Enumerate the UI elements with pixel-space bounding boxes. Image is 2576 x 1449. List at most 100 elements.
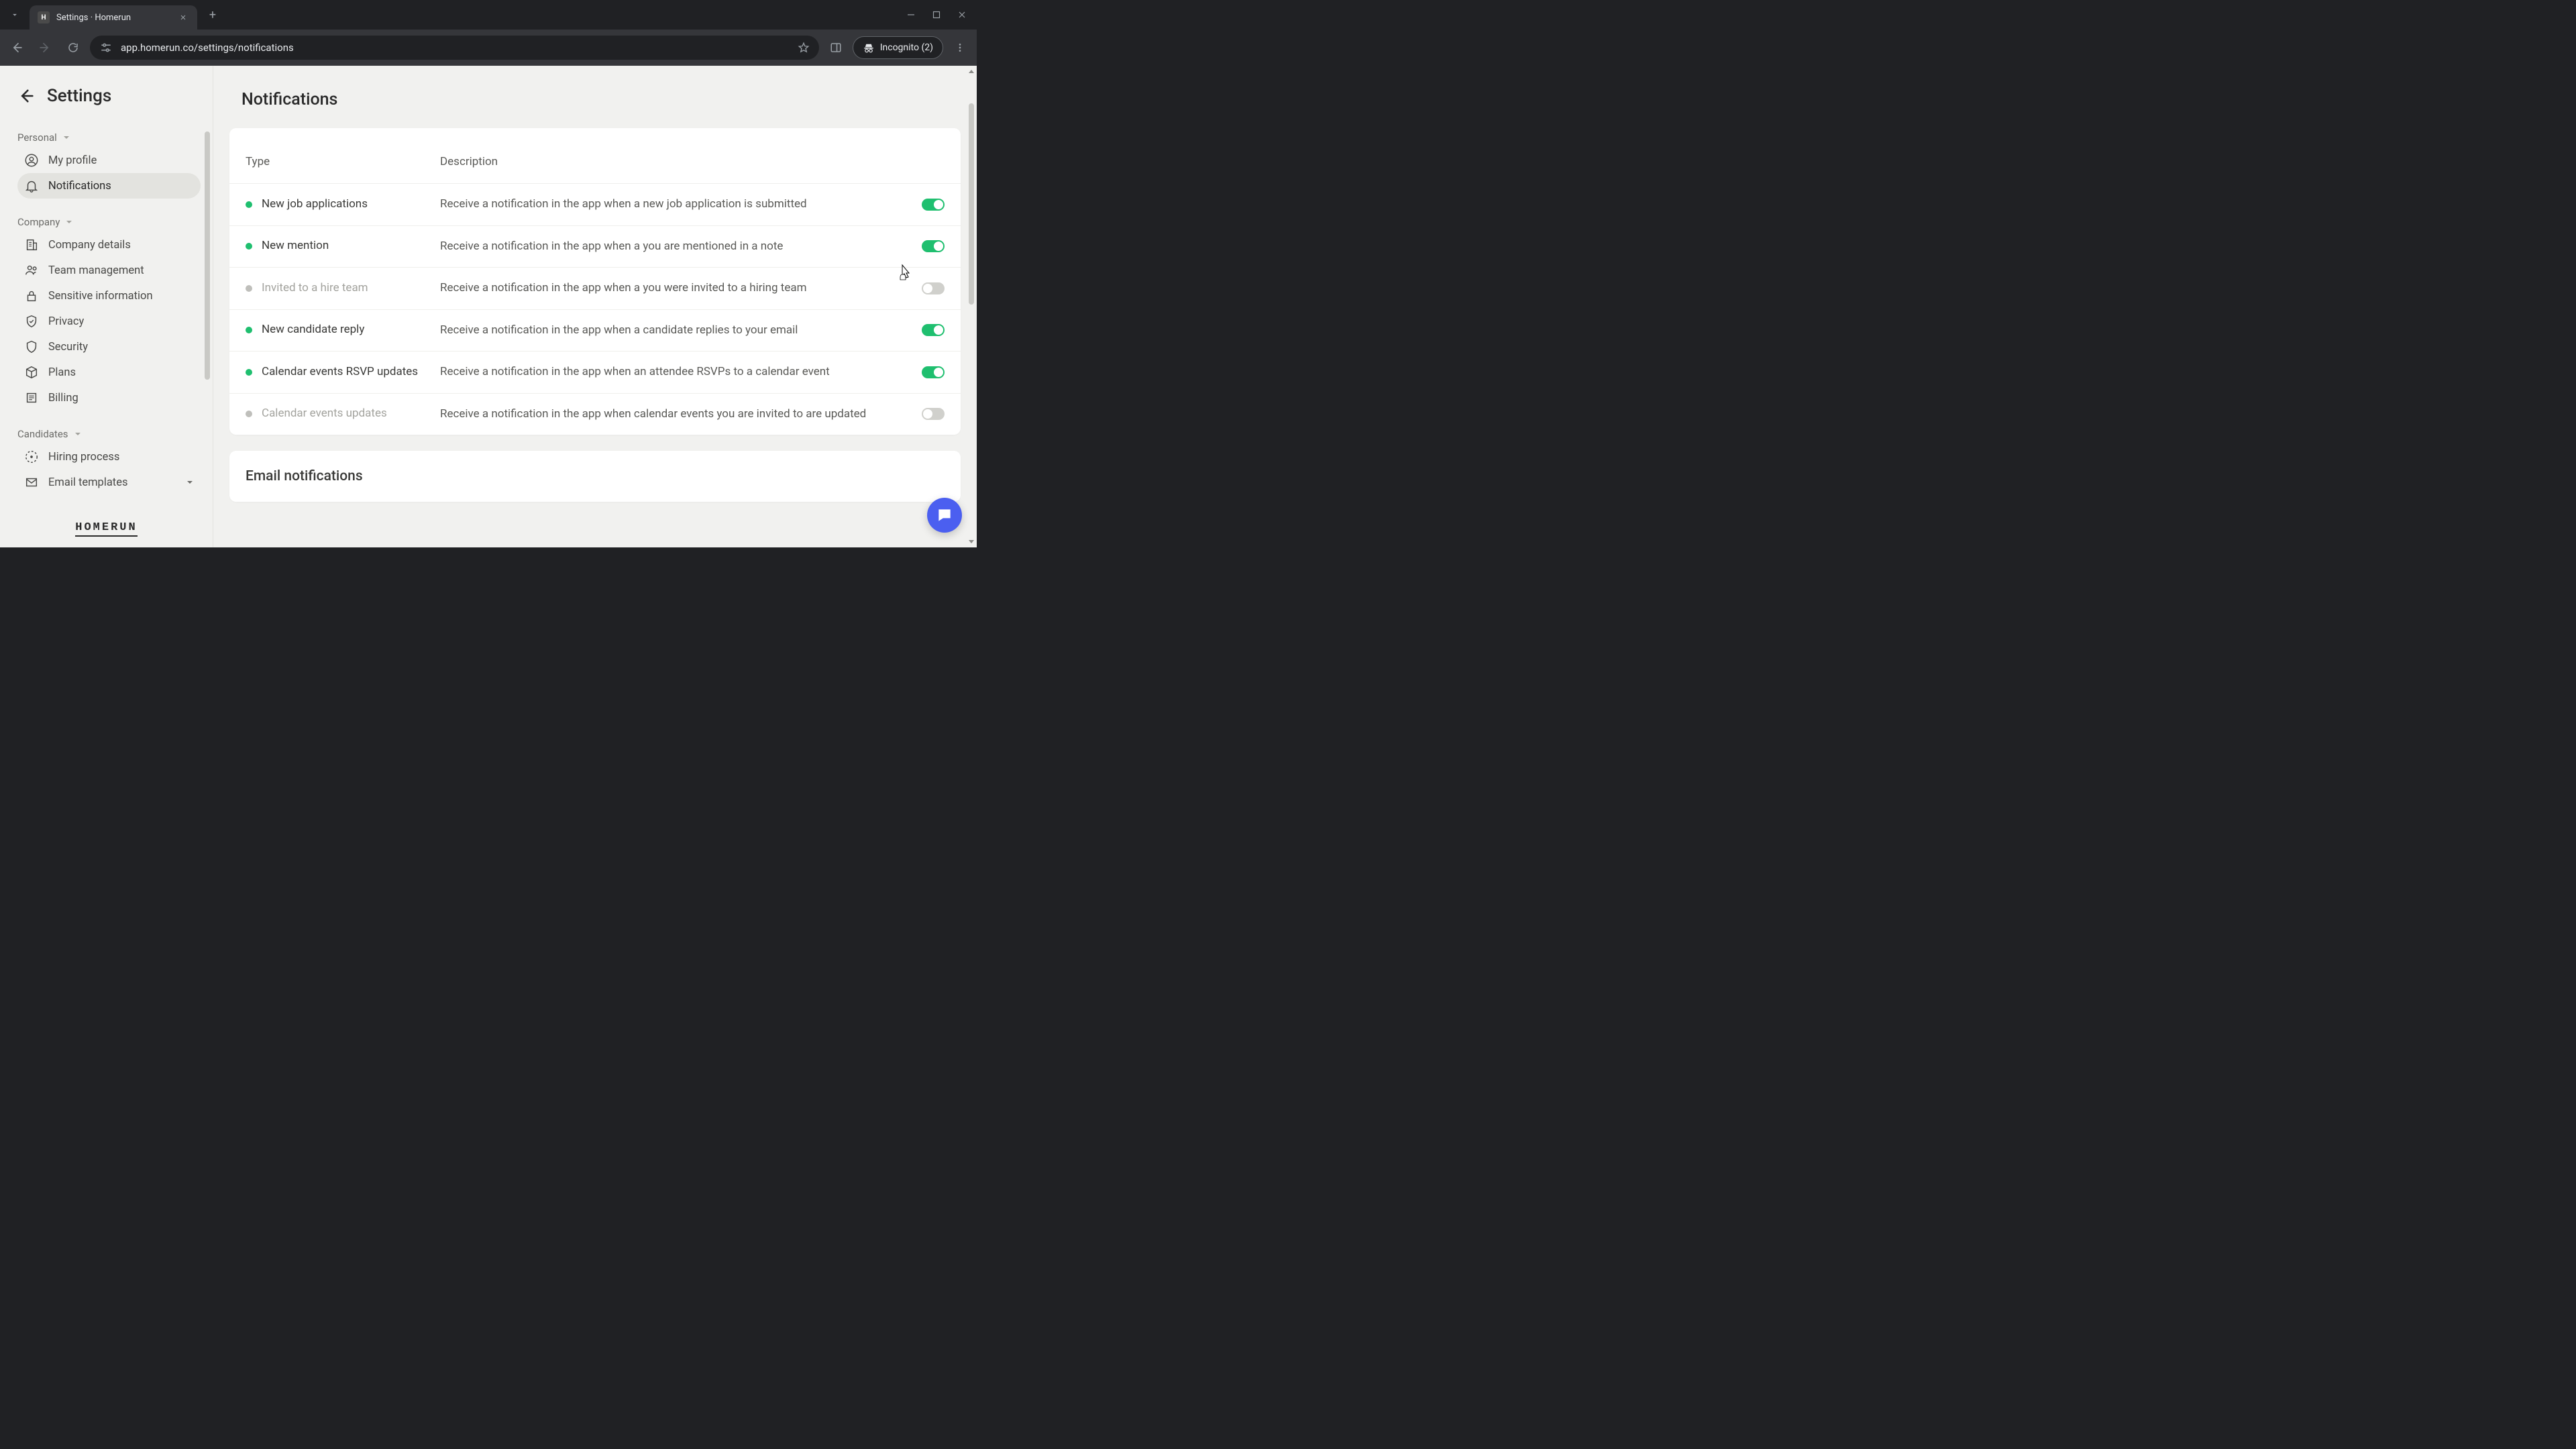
email-notifications-heading: Email notifications — [246, 468, 945, 484]
url-text: app.homerun.co/settings/notifications — [121, 42, 294, 54]
back-button[interactable] — [5, 36, 28, 59]
settings-sidebar: Settings Personal My profile Notificatio… — [0, 66, 213, 547]
bell-icon — [24, 178, 39, 193]
close-window-button[interactable] — [958, 11, 966, 19]
brand-logo-area: HOMERUN — [0, 510, 213, 547]
sidebar-item-email-templates[interactable]: Email templates — [17, 470, 201, 495]
arrow-left-icon — [17, 87, 36, 105]
row-type-cell: New job applications — [246, 197, 440, 213]
sidebar-item-hiring-process[interactable]: Hiring process — [17, 444, 201, 470]
status-dot — [246, 369, 252, 376]
section-header-company[interactable]: Company — [17, 216, 201, 228]
panel-button[interactable] — [824, 36, 847, 59]
panel-icon — [830, 42, 842, 54]
sidebar-scrollbar[interactable] — [202, 126, 213, 510]
browser-menu-button[interactable] — [949, 36, 971, 59]
new-tab-button[interactable]: + — [203, 8, 223, 22]
app-viewport: Settings Personal My profile Notificatio… — [0, 66, 977, 547]
bookmark-button[interactable] — [798, 42, 810, 54]
notification-toggle[interactable] — [922, 324, 945, 336]
row-type-cell: Calendar events updates — [246, 406, 440, 422]
sidebar-scrollbar-thumb[interactable] — [205, 131, 210, 380]
status-dot — [246, 327, 252, 333]
section-header-candidates[interactable]: Candidates — [17, 428, 201, 440]
notification-type-label: New mention — [262, 238, 329, 254]
row-toggle-cell — [911, 324, 945, 336]
sidebar-item-label: Privacy — [48, 315, 84, 328]
lock-icon — [24, 288, 39, 303]
tabs-dropdown-button[interactable] — [0, 0, 30, 30]
address-bar[interactable]: app.homerun.co/settings/notifications — [90, 36, 819, 60]
sidebar-item-sensitive-information[interactable]: Sensitive information — [17, 283, 201, 309]
status-dot — [246, 201, 252, 208]
chat-support-button[interactable] — [927, 498, 962, 533]
sidebar-item-notifications[interactable]: Notifications — [17, 173, 201, 199]
close-icon — [179, 13, 187, 21]
page-title: Notifications — [241, 90, 977, 109]
sidebar-item-security[interactable]: Security — [17, 334, 201, 360]
toggle-knob — [923, 409, 932, 419]
sidebar-item-billing[interactable]: Billing — [17, 385, 201, 411]
main-scrollbar[interactable] — [966, 66, 977, 547]
favicon-icon: H — [38, 11, 50, 23]
browser-tab[interactable]: H Settings · Homerun — [30, 5, 197, 30]
toggle-knob — [934, 368, 943, 377]
notification-toggle[interactable] — [922, 366, 945, 378]
sidebar-item-label: Billing — [48, 392, 78, 405]
notification-type-label: Calendar events updates — [262, 406, 387, 422]
row-type-cell: New mention — [246, 238, 440, 254]
notification-toggle[interactable] — [922, 282, 945, 294]
sidebar-item-company-details[interactable]: Company details — [17, 232, 201, 258]
notification-row: Calendar events updatesReceive a notific… — [229, 393, 961, 435]
row-type-cell: Invited to a hire team — [246, 280, 440, 297]
incognito-indicator[interactable]: Incognito (2) — [853, 36, 943, 59]
building-icon — [24, 237, 39, 252]
section-header-personal[interactable]: Personal — [17, 131, 201, 144]
notification-toggle[interactable] — [922, 408, 945, 420]
notification-toggle[interactable] — [922, 240, 945, 252]
receipt-icon — [24, 390, 39, 405]
row-toggle-cell — [911, 408, 945, 420]
scroll-up-icon[interactable] — [968, 68, 975, 75]
sidebar-item-label: Email templates — [48, 476, 127, 489]
sidebar-item-label: Company details — [48, 239, 131, 252]
row-toggle-cell — [911, 282, 945, 294]
row-toggle-cell — [911, 240, 945, 252]
main-header: Notifications — [213, 66, 977, 109]
row-toggle-cell — [911, 199, 945, 211]
sidebar-item-my-profile[interactable]: My profile — [17, 148, 201, 173]
notification-description: Receive a notification in the app when a… — [440, 238, 911, 256]
sidebar-item-label: My profile — [48, 154, 97, 167]
sidebar-item-team-management[interactable]: Team management — [17, 258, 201, 283]
sidebar-scroll-area[interactable]: Personal My profile Notifications Compan… — [0, 126, 213, 510]
window-controls — [907, 11, 977, 19]
notification-description: Receive a notification in the app when a… — [440, 322, 911, 339]
kebab-icon — [955, 42, 965, 53]
notification-toggle[interactable] — [922, 199, 945, 211]
site-info-button[interactable] — [99, 41, 113, 54]
caret-down-icon — [65, 218, 73, 226]
sidebar-item-label: Team management — [48, 264, 144, 277]
tab-close-button[interactable] — [177, 11, 189, 23]
toggle-knob — [934, 200, 943, 209]
scroll-down-icon[interactable] — [968, 538, 975, 545]
toggle-knob — [934, 241, 943, 251]
minimize-button[interactable] — [907, 11, 915, 19]
notification-type-label: New candidate reply — [262, 322, 364, 338]
sidebar-item-label: Hiring process — [48, 451, 119, 464]
shield-check-icon — [24, 314, 39, 329]
back-to-app-button[interactable] — [16, 86, 36, 106]
main-content: Notifications Type Description New job a… — [213, 66, 977, 547]
maximize-button[interactable] — [932, 11, 941, 19]
notification-type-label: Invited to a hire team — [262, 280, 368, 297]
section-label: Candidates — [17, 428, 68, 440]
sidebar-item-privacy[interactable]: Privacy — [17, 309, 201, 334]
main-scrollbar-thumb[interactable] — [969, 103, 974, 305]
forward-button[interactable] — [34, 36, 56, 59]
brand-logo[interactable]: HOMERUN — [75, 521, 137, 537]
notification-type-label: Calendar events RSVP updates — [262, 364, 418, 380]
sidebar-item-plans[interactable]: Plans — [17, 360, 201, 385]
reload-icon — [67, 42, 79, 54]
reload-button[interactable] — [62, 36, 85, 59]
row-type-cell: New candidate reply — [246, 322, 440, 338]
